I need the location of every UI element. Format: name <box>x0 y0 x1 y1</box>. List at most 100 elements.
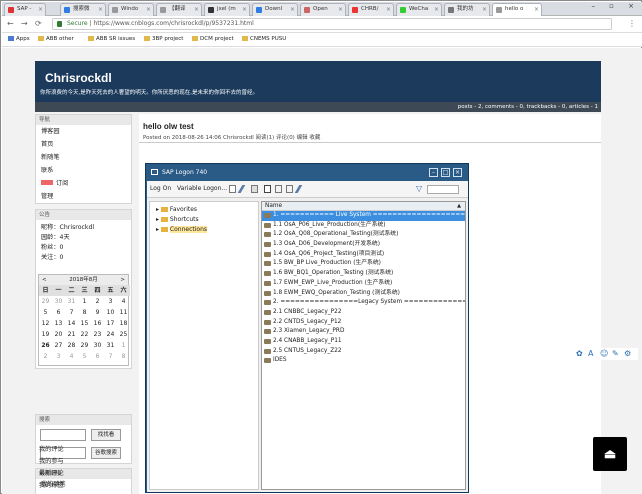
nav-item[interactable]: 首页 <box>36 138 131 151</box>
connection-row[interactable]: 2.3 Xiamen_Legacy_PRD <box>262 327 465 337</box>
calendar-day[interactable]: 17 <box>104 318 117 329</box>
tree-item-connections[interactable]: ▸ Connections <box>156 226 207 233</box>
post-title[interactable]: hello olw test <box>143 122 194 131</box>
calendar-day[interactable]: 15 <box>78 318 91 329</box>
paw-icon[interactable]: ✿ <box>576 349 583 358</box>
connection-row[interactable]: 2.1 CNBBC_Legacy_P22 <box>262 308 465 318</box>
calendar-day[interactable]: 7 <box>65 307 78 318</box>
close-icon[interactable]: × <box>38 4 43 15</box>
browser-tab[interactable]: Downl × <box>252 3 298 16</box>
calendar-day[interactable]: 29 <box>39 296 52 307</box>
connection-row[interactable]: 1.3 OsA_D06_Development(开发系统) <box>262 240 465 250</box>
calendar-day[interactable]: 2 <box>39 351 52 362</box>
connection-row[interactable]: 2.4 CNABB_Legacy_P11 <box>262 337 465 347</box>
connection-row[interactable]: 2.2 CNTDS_Legacy_P12 <box>262 318 465 328</box>
smile-icon[interactable]: ☺ <box>600 349 608 358</box>
connection-row[interactable]: 2. ================Legacy System =======… <box>262 298 465 308</box>
filter-icon[interactable]: ▽ <box>416 184 422 193</box>
browser-tab[interactable]: 【翻译 × <box>156 3 202 16</box>
calendar-day[interactable]: 25 <box>117 329 130 340</box>
log-on-button[interactable]: Log On <box>150 185 171 192</box>
calendar-day[interactable]: 6 <box>91 351 104 362</box>
bookmark-apps[interactable]: Apps <box>8 33 30 46</box>
calendar-day[interactable]: 6 <box>52 307 65 318</box>
close-icon[interactable]: × <box>290 4 295 15</box>
nav-item[interactable]: 管理 <box>36 190 131 203</box>
calendar-day[interactable]: 8 <box>117 351 130 362</box>
search-input[interactable] <box>40 429 86 441</box>
minimize-icon[interactable]: – <box>429 168 438 177</box>
calendar-day[interactable]: 23 <box>91 329 104 340</box>
bookmark-item[interactable]: CNEMS PUSU <box>242 33 286 46</box>
calendar-day[interactable]: 12 <box>39 318 52 329</box>
view-details-icon[interactable] <box>275 185 282 193</box>
close-icon[interactable]: × <box>338 4 343 15</box>
calendar-day[interactable]: 18 <box>117 318 130 329</box>
new-entry-icon[interactable] <box>229 185 236 193</box>
maximize-icon[interactable]: □ <box>441 168 450 177</box>
connection-row[interactable]: 2.5 CNTUS_Legacy_Z22 <box>262 347 465 357</box>
calendar-day[interactable]: 29 <box>78 340 91 351</box>
calendar-day[interactable]: 4 <box>117 296 130 307</box>
calendar-day[interactable]: 5 <box>39 307 52 318</box>
connection-row[interactable]: 1.8 EWM_EWQ_Operation_Testing (测试系统) <box>262 289 465 299</box>
bookmark-item[interactable]: ABB SR issues <box>88 33 135 46</box>
close-icon[interactable]: × <box>98 4 103 15</box>
common-link[interactable]: 我的标签 <box>39 480 64 489</box>
sap-title-bar[interactable]: SAP Logon 740 – □ × <box>146 164 468 181</box>
connection-row[interactable]: 1. =========== Live System =============… <box>262 211 465 221</box>
calendar-day[interactable]: 14 <box>65 318 78 329</box>
calendar-day[interactable]: 26 <box>39 340 52 351</box>
close-icon[interactable]: × <box>534 4 539 15</box>
calendar-day[interactable]: 13 <box>52 318 65 329</box>
calendar-day[interactable]: 10 <box>104 307 117 318</box>
browser-tab-active[interactable]: hello o × <box>492 3 542 16</box>
calendar-day[interactable]: 3 <box>52 351 65 362</box>
browser-tab[interactable]: SAP - × <box>4 3 46 16</box>
url-field[interactable]: Secure | https://www.cnblogs.com/chrisro… <box>52 18 612 30</box>
calendar-day[interactable]: 7 <box>104 351 117 362</box>
close-icon[interactable]: × <box>434 4 439 15</box>
calendar-day[interactable]: 30 <box>91 340 104 351</box>
calendar-day[interactable]: 8 <box>78 307 91 318</box>
connection-row[interactable]: 1.5 BW_BP Live_Production (生产系统) <box>262 259 465 269</box>
calendar-day[interactable]: 31 <box>104 340 117 351</box>
window-controls[interactable]: – ▫ × <box>591 2 640 10</box>
calendar-day[interactable]: 11 <box>117 307 130 318</box>
delete-icon[interactable] <box>251 185 258 193</box>
pen-icon[interactable]: ✎ <box>612 349 619 358</box>
edit-icon[interactable] <box>237 185 246 193</box>
browser-tab[interactable]: Windo × <box>108 3 154 16</box>
back-icon[interactable]: ← <box>7 19 14 28</box>
close-icon[interactable]: × <box>482 4 487 15</box>
close-icon[interactable]: × <box>146 4 151 15</box>
font-icon[interactable]: A <box>588 349 593 358</box>
view-list-icon[interactable] <box>264 185 271 193</box>
browser-tab[interactable]: CHRB/ × <box>348 3 394 16</box>
filter-input[interactable] <box>427 185 459 194</box>
connection-row[interactable]: 1.4 OsA_Q06_Project_Testing(项目测试) <box>262 250 465 260</box>
browser-tab[interactable]: jxel (m × <box>204 3 250 16</box>
calendar-day[interactable]: 20 <box>52 329 65 340</box>
forward-icon[interactable]: → <box>21 19 28 28</box>
calendar-day[interactable]: 30 <box>52 296 65 307</box>
calendar-day[interactable]: 31 <box>65 296 78 307</box>
menu-icon[interactable]: ⋮ <box>628 19 636 28</box>
view-explorer-icon[interactable] <box>286 185 293 193</box>
nav-item[interactable]: 新随笔 <box>36 151 131 164</box>
common-link[interactable]: 我的评论 <box>39 444 129 456</box>
close-icon[interactable]: × <box>194 4 199 15</box>
calendar-day[interactable]: 24 <box>104 329 117 340</box>
close-icon[interactable]: × <box>386 4 391 15</box>
browser-tab[interactable]: 我的坊 × <box>444 3 490 16</box>
reload-icon[interactable]: ⟳ <box>35 19 42 28</box>
browser-tab[interactable]: 搜索微 × <box>60 3 106 16</box>
prev-month-icon[interactable]: < <box>42 275 47 285</box>
bookmark-item[interactable]: ABB other <box>38 33 74 46</box>
gear-icon[interactable]: ⚙ <box>624 349 631 358</box>
calendar-day[interactable]: 1 <box>117 340 130 351</box>
calendar-day[interactable]: 4 <box>65 351 78 362</box>
nav-item[interactable]: 联系 <box>36 164 131 177</box>
close-icon[interactable]: × <box>242 4 247 15</box>
calendar-day[interactable]: 27 <box>52 340 65 351</box>
